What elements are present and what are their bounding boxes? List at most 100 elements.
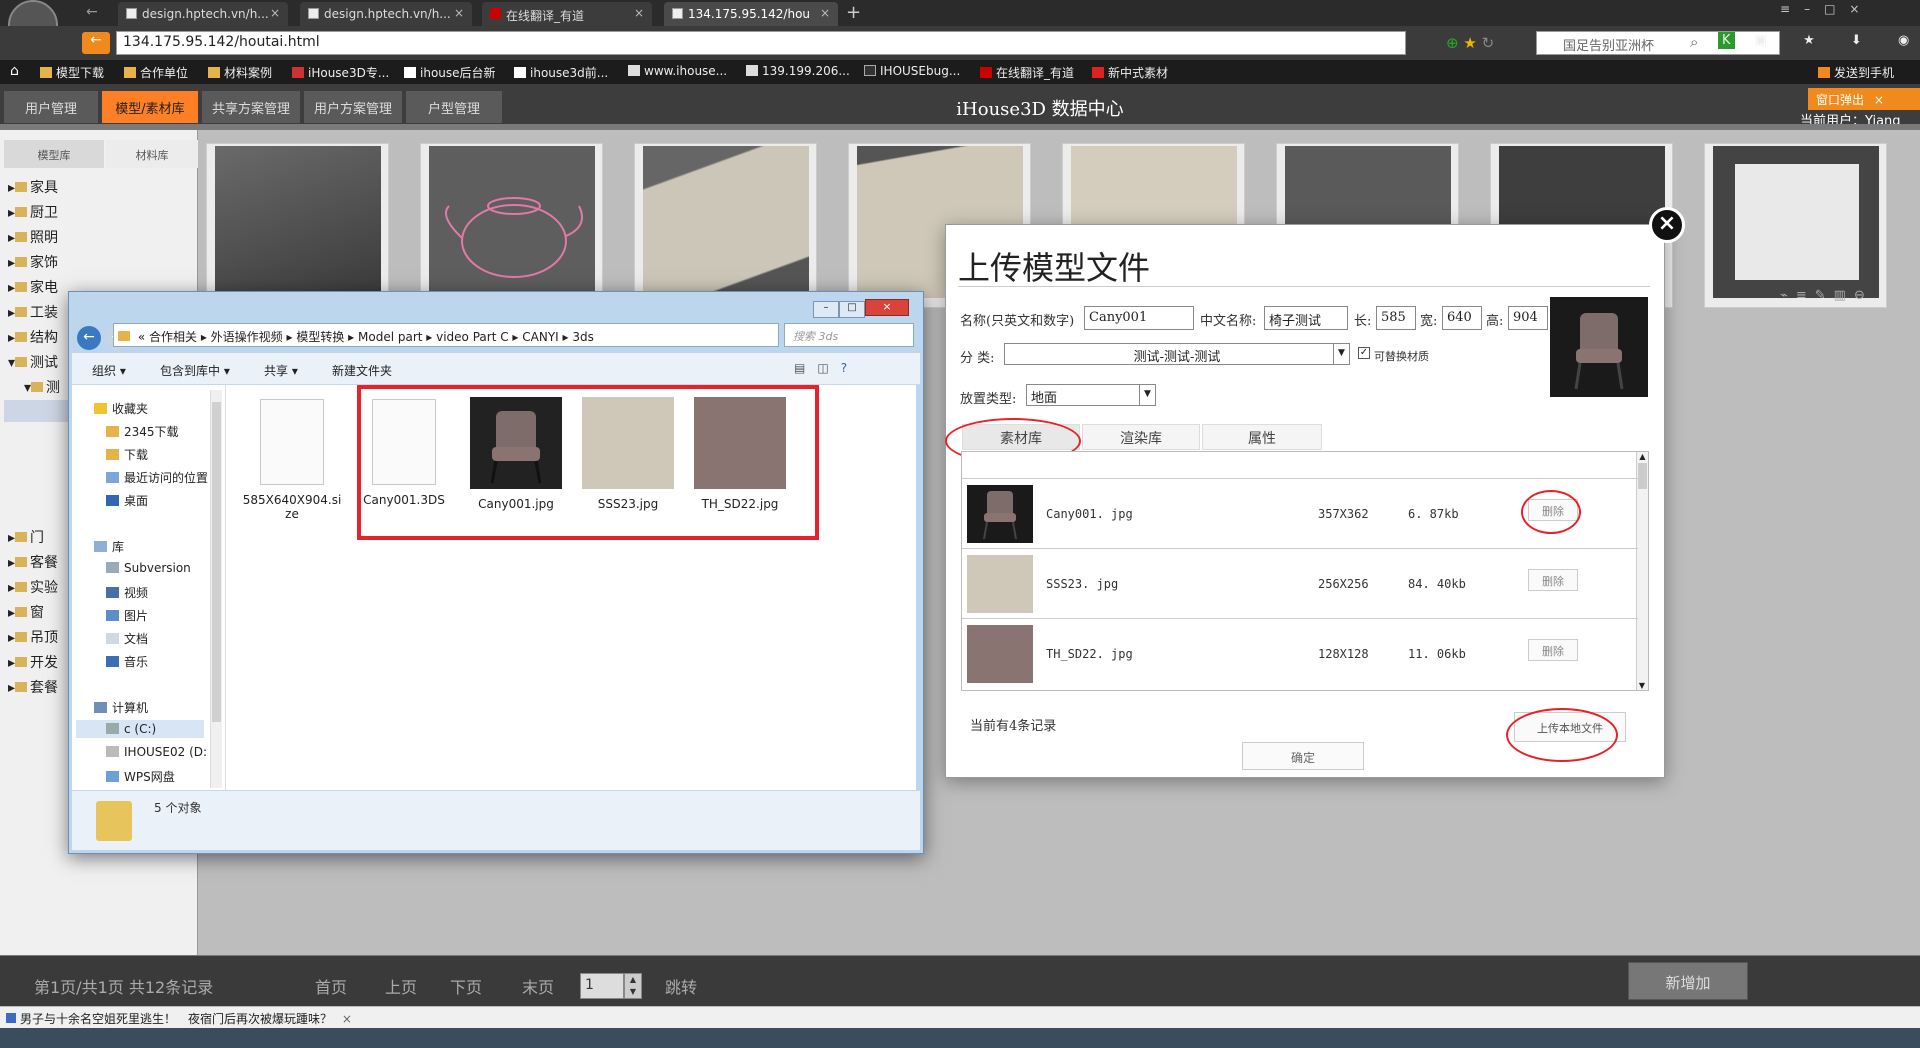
lock-icon[interactable]: ▣ xyxy=(1755,33,1783,48)
tree-item[interactable]: ▸ 工装 xyxy=(8,302,58,322)
minimize-icon[interactable]: – xyxy=(1804,2,1824,16)
tree-item[interactable]: ▸ 家电 xyxy=(8,277,58,297)
scroll-down-icon[interactable]: ▼ xyxy=(1637,681,1647,690)
back-nav-icon[interactable]: ← xyxy=(77,326,101,350)
tab-render-library[interactable]: 渲染库 xyxy=(1082,424,1200,450)
news-item[interactable]: 男子与十余名空姐死里逃生！ xyxy=(6,1010,176,1027)
nav-item[interactable]: 桌面 xyxy=(106,492,148,509)
tree-item[interactable]: ▸ 照明 xyxy=(8,227,58,247)
nav-item[interactable]: WPS网盘 xyxy=(106,768,175,785)
minimize-button[interactable]: – xyxy=(813,301,839,318)
new-tab-icon[interactable]: + xyxy=(846,2,861,23)
tree-item[interactable]: ▸ 实验 xyxy=(8,577,58,597)
new-folder-button[interactable]: 新建文件夹 xyxy=(332,362,392,379)
nav-scrollbar[interactable] xyxy=(210,390,222,788)
place-type-select[interactable]: 地面 ▼ xyxy=(1026,384,1156,406)
menu-icon[interactable]: ≡ xyxy=(1780,2,1804,16)
bookmark-item[interactable]: 139.199.206... xyxy=(746,64,850,78)
bookmark-item[interactable]: ihouse3d前... xyxy=(514,64,608,81)
close-icon[interactable]: × xyxy=(1849,2,1873,16)
scroll-up-icon[interactable]: ▲ xyxy=(1637,452,1648,461)
delete-button[interactable]: 删除 xyxy=(1528,569,1578,591)
tree-item[interactable]: ▸ 结构 xyxy=(8,327,58,347)
bookmark-item[interactable]: iHouse3D专... xyxy=(292,64,389,81)
nav-item[interactable]: 下载 xyxy=(106,446,148,463)
close-icon[interactable]: × xyxy=(1874,93,1884,107)
organize-menu[interactable]: 组织 ▾ xyxy=(92,362,126,379)
favorites-icon[interactable]: ★ xyxy=(1803,33,1831,48)
include-library-menu[interactable]: 包含到库中 ▾ xyxy=(160,362,230,379)
send-to-phone[interactable]: 发送到手机 xyxy=(1818,64,1894,81)
nav-item[interactable]: 文档 xyxy=(106,630,148,647)
scrollbar-thumb[interactable] xyxy=(1638,463,1647,489)
width-input[interactable]: 640 xyxy=(1442,306,1482,330)
page-stepper[interactable]: ▲ ▼ xyxy=(624,973,642,999)
model-thumbnail[interactable] xyxy=(634,143,817,308)
bookmark-item[interactable]: 新中式素材 xyxy=(1092,64,1168,81)
tree-item[interactable]: ▸ 套餐 xyxy=(8,677,58,697)
path-segment[interactable]: video Part C xyxy=(436,330,508,344)
delete-button[interactable]: 删除 xyxy=(1528,639,1578,661)
tree-item[interactable]: ▸ 家饰 xyxy=(8,252,58,272)
path-segment[interactable]: 合作相关 xyxy=(149,330,197,344)
name-input[interactable]: Cany001 xyxy=(1084,306,1194,330)
browser-tab-active[interactable]: 134.175.95.142/hou × xyxy=(664,2,838,26)
nav-item[interactable]: 视频 xyxy=(106,584,148,601)
view-icon[interactable]: ▤ xyxy=(794,361,817,375)
star-icon[interactable]: ★ xyxy=(1463,34,1476,52)
model-thumbnail[interactable] xyxy=(206,143,389,308)
home-icon[interactable]: ⌂ xyxy=(10,63,19,79)
model-thumbnail[interactable] xyxy=(1704,143,1887,308)
nav-item[interactable]: 音乐 xyxy=(106,653,148,670)
tab-shared-plans[interactable]: 共享方案管理 xyxy=(202,91,300,123)
tab-user-plans[interactable]: 用户方案管理 xyxy=(304,91,402,123)
share-menu[interactable]: 共享 ▾ xyxy=(264,362,298,379)
path-segment[interactable]: 外语操作视频 xyxy=(211,330,283,344)
k-extension-icon[interactable]: K xyxy=(1718,32,1735,49)
back-button[interactable]: ← xyxy=(82,32,110,54)
bookmark-item[interactable]: 模型下载 xyxy=(40,64,104,81)
confirm-button[interactable]: 确定 xyxy=(1242,742,1364,770)
nav-item[interactable]: IHOUSE02 (D: xyxy=(106,745,207,759)
scrollbar-thumb[interactable] xyxy=(212,402,221,722)
nav-item[interactable]: 最近访问的位置 xyxy=(106,469,208,486)
popup-window-button[interactable]: 窗口弹出 × xyxy=(1808,88,1920,110)
nav-favorites[interactable]: 收藏夹 xyxy=(94,400,148,417)
reload-icon[interactable]: ↻ xyxy=(1482,34,1495,52)
delete-icon[interactable]: ▥ xyxy=(1834,288,1854,303)
close-tab-icon[interactable]: × xyxy=(634,6,644,20)
replaceable-checkbox[interactable]: ✓ xyxy=(1358,347,1370,359)
close-button[interactable]: × xyxy=(865,299,909,316)
nav-libraries[interactable]: 库 xyxy=(94,538,124,555)
bookmark-item[interactable]: 合作单位 xyxy=(124,64,188,81)
model-thumbnail[interactable] xyxy=(420,143,603,308)
gamepad-icon[interactable]: ◉ xyxy=(1898,33,1920,48)
page-number-input[interactable]: 1 xyxy=(580,973,624,999)
add-new-button[interactable]: 新增加 xyxy=(1628,962,1748,1000)
tag-icon[interactable]: ⌁ xyxy=(1780,288,1796,303)
tab-floorplans[interactable]: 户型管理 xyxy=(406,91,502,123)
tree-item[interactable]: ▾ 测试 xyxy=(8,352,58,372)
nav-item[interactable]: 图片 xyxy=(106,607,148,624)
disable-icon[interactable]: ⊖ xyxy=(1854,288,1873,303)
back-icon[interactable]: ← xyxy=(86,4,98,20)
nav-computer[interactable]: 计算机 xyxy=(94,699,148,716)
close-icon[interactable]: × xyxy=(342,1012,352,1026)
tree-item[interactable]: ▸ 家具 xyxy=(8,177,58,197)
path-segment[interactable]: CANYI xyxy=(522,330,558,344)
close-tab-icon[interactable]: × xyxy=(270,6,280,20)
nav-item-selected[interactable]: c (C:) xyxy=(76,720,204,738)
browser-tab[interactable]: 在线翻译_有道 × xyxy=(482,2,652,26)
tree-item[interactable]: ▸ 窗 xyxy=(8,602,44,622)
bookmark-item[interactable]: 在线翻译_有道 xyxy=(980,64,1074,81)
tab-properties[interactable]: 属性 xyxy=(1202,424,1322,450)
help-icon[interactable]: ? xyxy=(841,361,859,375)
path-segment[interactable]: Model part xyxy=(358,330,422,344)
close-tab-icon[interactable]: × xyxy=(820,6,830,20)
url-input[interactable]: 134.175.95.142/houtai.html xyxy=(116,31,1406,55)
tree-item[interactable]: ▸ 客餐 xyxy=(8,552,58,572)
browser-tab[interactable]: design.hptech.vn/h... × xyxy=(300,2,472,26)
nav-item[interactable]: 2345下载 xyxy=(106,423,179,440)
tab-material-lib[interactable]: 材料库 xyxy=(106,140,198,168)
tree-selected-row[interactable] xyxy=(4,400,68,422)
